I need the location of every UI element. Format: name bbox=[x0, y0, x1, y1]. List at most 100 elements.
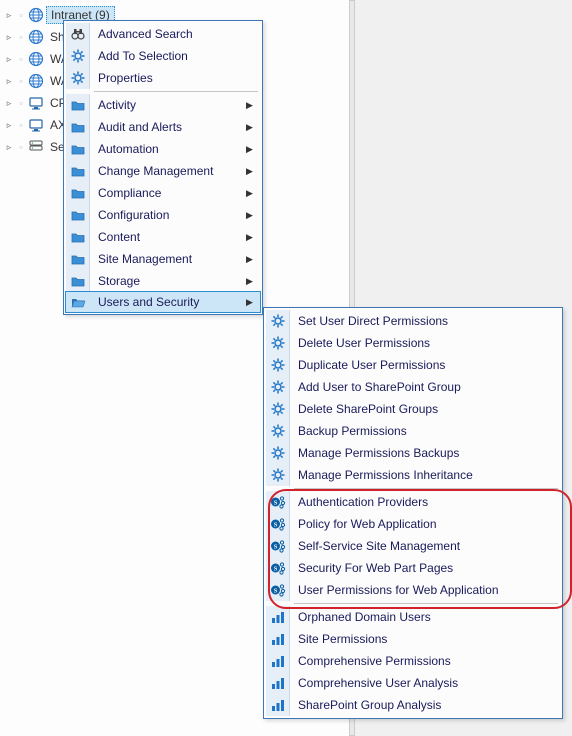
expander-icon[interactable]: ▫ bbox=[16, 120, 26, 130]
chart-icon bbox=[266, 694, 290, 716]
menu-item-label: Configuration bbox=[90, 208, 246, 222]
menu-item[interactable]: Storage▶ bbox=[66, 270, 260, 292]
menu-item[interactable]: Manage Permissions Inheritance bbox=[266, 464, 560, 486]
expander-icon[interactable]: ▹ bbox=[4, 10, 14, 20]
expander-icon[interactable]: ▫ bbox=[16, 76, 26, 86]
menu-item[interactable]: Backup Permissions bbox=[266, 420, 560, 442]
menu-item-label: Duplicate User Permissions bbox=[290, 358, 560, 372]
expander-icon[interactable]: ▹ bbox=[4, 98, 14, 108]
menu-item[interactable]: Orphaned Domain Users bbox=[266, 606, 560, 628]
menu-item[interactable]: Add To Selection bbox=[66, 45, 260, 67]
sp-icon bbox=[266, 513, 290, 535]
gear-icon bbox=[266, 376, 290, 398]
gear-icon bbox=[266, 398, 290, 420]
menu-item-label: Properties bbox=[90, 71, 260, 85]
menu-item-label: Delete User Permissions bbox=[290, 336, 560, 350]
menu-item-label: Users and Security bbox=[90, 295, 246, 309]
menu-item-label: Delete SharePoint Groups bbox=[290, 402, 560, 416]
menu-item[interactable]: User Permissions for Web Application bbox=[266, 579, 560, 601]
menu-item[interactable]: Authentication Providers bbox=[266, 491, 560, 513]
expander-icon[interactable]: ▫ bbox=[16, 142, 26, 152]
expander-icon[interactable]: ▹ bbox=[4, 76, 14, 86]
expander-icon[interactable]: ▹ bbox=[4, 54, 14, 64]
sp-icon bbox=[266, 535, 290, 557]
menu-item[interactable]: Audit and Alerts▶ bbox=[66, 116, 260, 138]
menu-separator bbox=[294, 488, 558, 489]
menu-item[interactable]: Users and Security▶ bbox=[65, 291, 261, 313]
gear-icon bbox=[266, 464, 290, 486]
menu-item-label: Comprehensive User Analysis bbox=[290, 676, 560, 690]
menu-item-label: Orphaned Domain Users bbox=[290, 610, 560, 624]
menu-item[interactable]: Add User to SharePoint Group bbox=[266, 376, 560, 398]
sp-icon bbox=[266, 579, 290, 601]
folder-icon bbox=[66, 138, 90, 160]
monitor-icon bbox=[28, 117, 44, 133]
gear-icon bbox=[266, 332, 290, 354]
folder-icon bbox=[66, 116, 90, 138]
menu-item[interactable]: Advanced Search bbox=[66, 23, 260, 45]
chart-icon bbox=[266, 628, 290, 650]
menu-item[interactable]: Compliance▶ bbox=[66, 182, 260, 204]
menu-item[interactable]: Content▶ bbox=[66, 226, 260, 248]
gear-icon bbox=[266, 354, 290, 376]
menu-item[interactable]: Policy for Web Application bbox=[266, 513, 560, 535]
menu-item[interactable]: Configuration▶ bbox=[66, 204, 260, 226]
folder-icon bbox=[66, 248, 90, 270]
folder-icon bbox=[66, 94, 90, 116]
menu-item-label: Storage bbox=[90, 274, 246, 288]
expander-icon[interactable]: ▹ bbox=[4, 120, 14, 130]
gear-icon bbox=[66, 45, 90, 67]
menu-item[interactable]: Automation▶ bbox=[66, 138, 260, 160]
menu-item[interactable]: SharePoint Group Analysis bbox=[266, 694, 560, 716]
menu-item[interactable]: Delete User Permissions bbox=[266, 332, 560, 354]
chart-icon bbox=[266, 650, 290, 672]
menu-item-label: Set User Direct Permissions bbox=[290, 314, 560, 328]
menu-item[interactable]: Duplicate User Permissions bbox=[266, 354, 560, 376]
expander-icon[interactable]: ▫ bbox=[16, 98, 26, 108]
submenu-arrow-icon: ▶ bbox=[246, 297, 260, 308]
submenu-arrow-icon: ▶ bbox=[246, 122, 260, 133]
menu-item-label: Advanced Search bbox=[90, 27, 260, 41]
menu-item[interactable]: Security For Web Part Pages bbox=[266, 557, 560, 579]
menu-item-label: Activity bbox=[90, 98, 246, 112]
menu-item-label: Site Management bbox=[90, 252, 246, 266]
expander-icon[interactable]: ▹ bbox=[4, 32, 14, 42]
menu-item[interactable]: Properties bbox=[66, 67, 260, 89]
globe-icon bbox=[28, 51, 44, 67]
menu-item[interactable]: Site Management▶ bbox=[66, 248, 260, 270]
menu-item-label: Add To Selection bbox=[90, 49, 260, 63]
expander-icon[interactable]: ▫ bbox=[16, 32, 26, 42]
menu-item[interactable]: Activity▶ bbox=[66, 94, 260, 116]
menu-item-label: Manage Permissions Backups bbox=[290, 446, 560, 460]
monitor-icon bbox=[28, 95, 44, 111]
folder-icon bbox=[66, 226, 90, 248]
menu-item-label: Manage Permissions Inheritance bbox=[290, 468, 560, 482]
menu-item[interactable]: Comprehensive User Analysis bbox=[266, 672, 560, 694]
folder-open-icon bbox=[66, 292, 90, 312]
menu-item[interactable]: Comprehensive Permissions bbox=[266, 650, 560, 672]
submenu-arrow-icon: ▶ bbox=[246, 188, 260, 199]
menu-item[interactable]: Set User Direct Permissions bbox=[266, 310, 560, 332]
submenu-arrow-icon: ▶ bbox=[246, 232, 260, 243]
server-icon bbox=[28, 139, 44, 155]
menu-item[interactable]: Self-Service Site Management bbox=[266, 535, 560, 557]
submenu-arrow-icon: ▶ bbox=[246, 100, 260, 111]
menu-item-label: Audit and Alerts bbox=[90, 120, 246, 134]
gear-icon bbox=[266, 420, 290, 442]
menu-item[interactable]: Change Management▶ bbox=[66, 160, 260, 182]
menu-item[interactable]: Manage Permissions Backups bbox=[266, 442, 560, 464]
menu-item-label: Compliance bbox=[90, 186, 246, 200]
menu-item-label: Comprehensive Permissions bbox=[290, 654, 560, 668]
menu-item-label: Add User to SharePoint Group bbox=[290, 380, 560, 394]
binoculars-icon bbox=[66, 23, 90, 45]
expander-icon[interactable]: ▫ bbox=[16, 10, 26, 20]
menu-item-label: Authentication Providers bbox=[290, 495, 560, 509]
menu-item[interactable]: Site Permissions bbox=[266, 628, 560, 650]
expander-icon[interactable]: ▫ bbox=[16, 54, 26, 64]
menu-item[interactable]: Delete SharePoint Groups bbox=[266, 398, 560, 420]
globe-icon bbox=[28, 7, 44, 23]
expander-icon[interactable]: ▹ bbox=[4, 142, 14, 152]
sp-icon bbox=[266, 557, 290, 579]
menu-item-label: Self-Service Site Management bbox=[290, 539, 560, 553]
chart-icon bbox=[266, 606, 290, 628]
